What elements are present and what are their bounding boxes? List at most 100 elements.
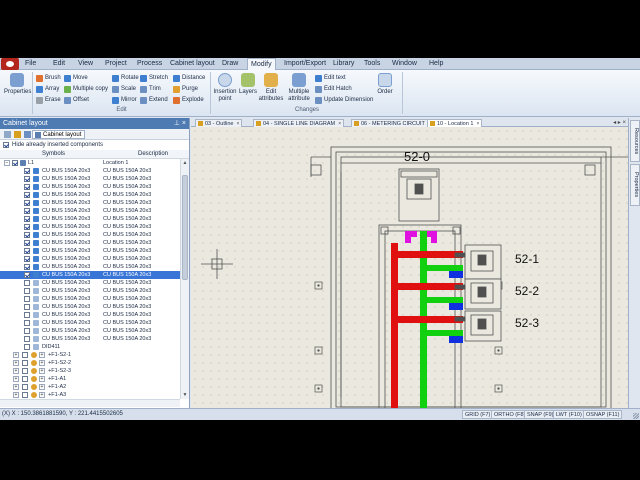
tree-row-component[interactable]: CU BUS 150A 20x3 CU BUS 150A 20x3: [0, 295, 180, 303]
expand-icon[interactable]: +: [13, 368, 19, 374]
tree-row-component[interactable]: DID411: [0, 343, 180, 351]
component-checkbox[interactable]: [24, 256, 30, 262]
menu-modify[interactable]: Modify: [247, 58, 276, 70]
tree-row-component[interactable]: CU BUS 150A 20x3 CU BUS 150A 20x3: [0, 231, 180, 239]
component-checkbox[interactable]: [24, 296, 30, 302]
scale-button[interactable]: Scale: [112, 84, 136, 94]
tree-row-component[interactable]: CU BUS 150A 20x3 CU BUS 150A 20x3: [0, 199, 180, 207]
component-checkbox[interactable]: [24, 312, 30, 318]
component-checkbox[interactable]: [24, 288, 30, 294]
tree-row-component[interactable]: CU BUS 150A 20x3 CU BUS 150A 20x3: [0, 335, 180, 343]
tree-row-component[interactable]: CU BUS 150A 20x3 CU BUS 150A 20x3: [0, 175, 180, 183]
lwt-toggle[interactable]: LWT (F10): [553, 410, 585, 419]
edit-text-button[interactable]: Edit text: [315, 73, 346, 83]
scroll-up-icon[interactable]: ▲: [181, 159, 189, 167]
group-checkbox[interactable]: [22, 368, 28, 374]
expand-icon[interactable]: +: [39, 352, 45, 358]
tree-row-component[interactable]: CU BUS 150A 20x3 CU BUS 150A 20x3: [0, 191, 180, 199]
tree-row-group[interactable]: + + +F1-A1: [0, 375, 180, 383]
extend-button[interactable]: Extend: [140, 95, 168, 105]
scroll-down-icon[interactable]: ▼: [181, 391, 189, 399]
tree-row-component[interactable]: CU BUS 150A 20x3 CU BUS 150A 20x3: [0, 207, 180, 215]
update-dimension-button[interactable]: Update Dimension: [315, 95, 373, 105]
erase-button[interactable]: Erase: [36, 95, 61, 105]
hide-inserted-checkbox[interactable]: [3, 142, 9, 148]
tree-vertical-scrollbar[interactable]: ▲ ▼: [180, 159, 189, 399]
tree-horizontal-scrollbar[interactable]: [0, 399, 180, 407]
tree-row-component[interactable]: CU BUS 150A 20x3 CU BUS 150A 20x3: [0, 303, 180, 311]
group-checkbox[interactable]: [22, 384, 28, 390]
component-checkbox[interactable]: [24, 232, 30, 238]
purge-button[interactable]: Purge: [173, 84, 198, 94]
component-checkbox[interactable]: [24, 280, 30, 286]
component-checkbox[interactable]: [24, 328, 30, 334]
expand-icon[interactable]: +: [13, 376, 19, 382]
menu-import-export[interactable]: Import/Export: [281, 58, 329, 70]
tree-row-component[interactable]: CU BUS 150A 20x3 CU BUS 150A 20x3: [0, 239, 180, 247]
expand-icon[interactable]: +: [39, 392, 45, 398]
mirror-button[interactable]: Mirror: [112, 95, 137, 105]
location-checkbox[interactable]: [12, 160, 18, 166]
insertion-point-button[interactable]: Insertion point: [212, 73, 238, 103]
menu-window[interactable]: Window: [389, 58, 420, 70]
side-tab-resources[interactable]: Resources: [630, 120, 640, 162]
menu-project[interactable]: Project: [102, 58, 130, 70]
expand-icon[interactable]: +: [39, 376, 45, 382]
multiple-copy-button[interactable]: Multiple copy: [64, 84, 108, 94]
tree-row-group[interactable]: + + +F1-S2-1: [0, 351, 180, 359]
component-checkbox[interactable]: [24, 272, 30, 278]
group-checkbox[interactable]: [22, 360, 28, 366]
component-checkbox[interactable]: [24, 344, 30, 350]
component-checkbox[interactable]: [24, 184, 30, 190]
tree-row-component[interactable]: CU BUS 150A 20x3 CU BUS 150A 20x3: [0, 223, 180, 231]
tree-row-component[interactable]: CU BUS 150A 20x3 CU BUS 150A 20x3: [0, 263, 180, 271]
menu-help[interactable]: Help: [426, 58, 446, 70]
component-checkbox[interactable]: [24, 320, 30, 326]
scroll-thumb[interactable]: [182, 175, 188, 280]
panel-pin-close-buttons[interactable]: ⊥ ×: [174, 118, 186, 129]
tree-row-group[interactable]: + + +F1-S2-3: [0, 367, 180, 375]
menu-process[interactable]: Process: [134, 58, 165, 70]
multiple-attribute-button[interactable]: Multiple attribute: [285, 73, 313, 103]
component-checkbox[interactable]: [24, 200, 30, 206]
doc-tab-10-location-1[interactable]: 10 - Location 1 ×: [427, 119, 483, 127]
stretch-button[interactable]: Stretch: [140, 73, 168, 83]
expand-icon[interactable]: +: [13, 360, 19, 366]
tree-row-group[interactable]: + + +F1-A3: [0, 391, 180, 399]
collapse-icon[interactable]: −: [4, 160, 10, 166]
tree-row-component[interactable]: CU BUS 150A 20x3 CU BUS 150A 20x3: [0, 319, 180, 327]
menu-cabinet-layout[interactable]: Cabinet layout: [167, 58, 218, 70]
order-button[interactable]: Order: [375, 73, 395, 96]
properties-button[interactable]: Properties: [4, 73, 31, 96]
expand-icon[interactable]: +: [39, 368, 45, 374]
osnap-toggle[interactable]: OSNAP (F11): [583, 410, 623, 419]
expand-icon[interactable]: +: [13, 352, 19, 358]
group-checkbox[interactable]: [22, 352, 28, 358]
snap-toggle[interactable]: SNAP (F9): [524, 410, 557, 419]
refresh-icon[interactable]: [24, 131, 31, 138]
doc-tab-04-single-line-diagram[interactable]: 04 - SINGLE LINE DIAGRAM ×: [253, 119, 345, 127]
expand-icon[interactable]: +: [13, 392, 19, 398]
resize-grip[interactable]: [633, 413, 639, 419]
panel-tab-cabinet-layout[interactable]: Cabinet layout: [32, 130, 86, 139]
component-checkbox[interactable]: [24, 264, 30, 270]
new-icon[interactable]: [4, 131, 11, 138]
tree-row-group[interactable]: + + +F1-A2: [0, 383, 180, 391]
component-checkbox[interactable]: [24, 176, 30, 182]
component-checkbox[interactable]: [24, 192, 30, 198]
component-checkbox[interactable]: [24, 240, 30, 246]
tree-row-component[interactable]: CU BUS 150A 20x3 CU BUS 150A 20x3: [0, 271, 180, 279]
menu-file[interactable]: File: [22, 58, 39, 70]
menu-library[interactable]: Library: [330, 58, 357, 70]
brush-button[interactable]: Brush: [36, 73, 61, 83]
tab-navigation[interactable]: ◂ ▸ ×: [613, 119, 626, 126]
expand-icon[interactable]: +: [13, 384, 19, 390]
component-checkbox[interactable]: [24, 216, 30, 222]
menu-tools[interactable]: Tools: [361, 58, 383, 70]
folder-icon[interactable]: [14, 131, 21, 138]
expand-icon[interactable]: +: [39, 384, 45, 390]
tree-row-component[interactable]: CU BUS 150A 20x3 CU BUS 150A 20x3: [0, 167, 180, 175]
tree-row-component[interactable]: CU BUS 150A 20x3 CU BUS 150A 20x3: [0, 327, 180, 335]
tree-row-component[interactable]: CU BUS 150A 20x3 CU BUS 150A 20x3: [0, 255, 180, 263]
doc-tab-03-outline[interactable]: 03 - Outline ×: [195, 119, 243, 127]
